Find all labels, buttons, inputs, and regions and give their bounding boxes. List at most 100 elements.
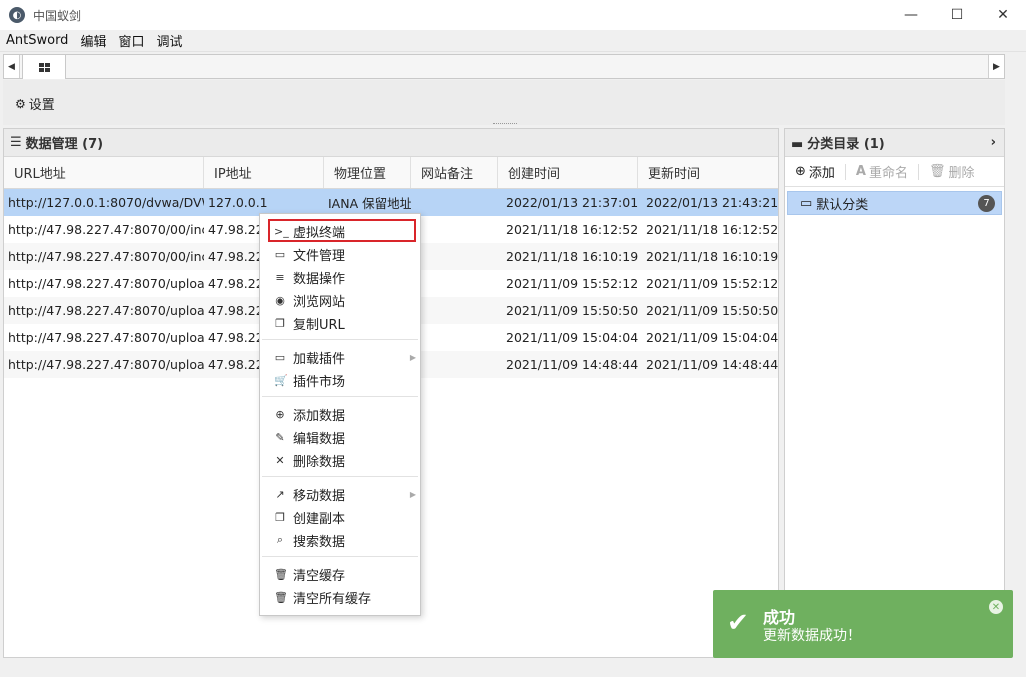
menu-item-label: 清空所有缓存	[293, 591, 372, 607]
search-icon: ⌕	[276, 533, 284, 546]
settings-button[interactable]: ⚙ 设置	[15, 94, 55, 114]
menu-item-label: 移动数据	[293, 488, 346, 504]
menu-edit[interactable]: 编辑	[80, 31, 106, 50]
col-note[interactable]: 网站备注	[411, 157, 498, 188]
font-icon: A	[855, 164, 866, 179]
menu-item-11[interactable]: ❐ 创建副本	[260, 506, 420, 528]
cell-updated: 2021/11/18 16:10:19	[646, 249, 778, 264]
tab-scroll-left-icon[interactable]: ◀	[4, 55, 20, 78]
menu-item-0[interactable]: >_ 虚拟终端	[260, 220, 420, 242]
cell-updated: 2021/11/09 14:48:44	[646, 357, 778, 372]
minimize-button[interactable]: —	[888, 0, 934, 30]
menu-item-2[interactable]: ≡ 数据操作	[260, 266, 420, 288]
menu-item-label: 插件市场	[293, 374, 346, 390]
add-category-button[interactable]: ⊕ 添加	[785, 157, 845, 186]
menu-separator	[262, 556, 418, 557]
maximize-button[interactable]: ☐	[934, 0, 980, 30]
category-panel: ▬ 分类目录 (1) › ⊕ 添加 A 重命名 🗑 删除 ▭ 默认分类 7	[784, 128, 1005, 658]
category-panel-title: 分类目录 (1)	[807, 137, 885, 152]
list-icon: ☰	[10, 135, 22, 150]
edit-icon: ✎	[275, 430, 285, 444]
menu-item-label: 搜索数据	[293, 534, 346, 550]
menu-item-3[interactable]: ◉ 浏览网站	[260, 289, 420, 311]
menu-item-label: 编辑数据	[293, 431, 346, 447]
cell-created: 2022/01/13 21:37:01	[506, 195, 638, 210]
menu-item-label: 复制URL	[293, 317, 345, 333]
cell-url: http://47.98.227.47:8070/upload/	[8, 330, 204, 345]
menu-item-8[interactable]: ✎ 编辑数据	[260, 426, 420, 448]
plus-circle-icon: ⊕	[795, 164, 806, 179]
menu-window[interactable]: 窗口	[118, 31, 144, 50]
menu-item-14[interactable]: 🗑 清空所有缓存	[260, 586, 420, 608]
cell-updated: 2021/11/09 15:52:12	[646, 276, 778, 291]
cell-url: http://47.98.227.47:8070/upload/	[8, 357, 204, 372]
folder-outline-icon: ▭	[800, 195, 813, 211]
menu-item-label: 数据操作	[293, 271, 346, 287]
menu-item-label: 创建副本	[293, 511, 346, 527]
menu-item-6[interactable]: 🛒 插件市场	[260, 369, 420, 391]
menu-item-4[interactable]: ❐ 复制URL	[260, 312, 420, 334]
menu-antsword[interactable]: AntSword	[6, 33, 68, 48]
close-window-button[interactable]: ✕	[980, 0, 1026, 30]
plus-circle-icon: ⊕	[275, 407, 285, 421]
success-toast: ✔ 成功 更新数据成功！ ✕	[713, 590, 1013, 658]
terminal-icon: >_	[274, 224, 289, 238]
tab-scroll-right-icon[interactable]: ▶	[988, 55, 1004, 78]
menu-item-12[interactable]: ⌕ 搜索数据	[260, 529, 420, 551]
cell-updated: 2021/11/18 16:12:52	[646, 222, 778, 237]
cell-created: 2021/11/09 15:04:04	[506, 330, 638, 345]
title-bar: ◐ 中国蚁剑 — ☐ ✕	[0, 0, 1026, 30]
category-toolbar: ⊕ 添加 A 重命名 🗑 删除	[785, 157, 1004, 187]
cell-url: http://47.98.227.47:8070/00/inclu	[8, 249, 204, 264]
menu-item-7[interactable]: ⊕ 添加数据	[260, 403, 420, 425]
cell-created: 2021/11/18 16:12:52	[506, 222, 638, 237]
menu-item-13[interactable]: 🗑 清空缓存	[260, 563, 420, 585]
table-row[interactable]: http://127.0.0.1:8070/dvwa/DVWA 127.0.0.1…	[4, 189, 778, 216]
category-item-label: 默认分类	[816, 197, 869, 213]
delete-category-label: 删除	[948, 166, 975, 181]
menu-item-10[interactable]: ↗ 移动数据 ▶	[260, 483, 420, 505]
resize-grip[interactable]	[493, 123, 517, 125]
menu-debug[interactable]: 调试	[156, 31, 182, 50]
delete-category-button[interactable]: 🗑 删除	[919, 157, 985, 186]
folder-icon: ▬	[791, 137, 804, 152]
menu-separator	[262, 339, 418, 340]
database-icon: ≡	[275, 270, 285, 284]
copy-icon: ❐	[275, 510, 285, 524]
col-ip[interactable]: IP地址	[204, 157, 324, 188]
category-panel-header: ▬ 分类目录 (1) ›	[785, 129, 1004, 157]
toast-close-icon[interactable]: ✕	[989, 600, 1003, 614]
submenu-arrow-icon: ▶	[409, 489, 416, 499]
menu-item-1[interactable]: ▭ 文件管理	[260, 243, 420, 265]
cell-url: http://47.98.227.47:8070/00/inclu	[8, 222, 204, 237]
col-location[interactable]: 物理位置	[324, 157, 411, 188]
menu-item-5[interactable]: ▭ 加载插件 ▶	[260, 346, 420, 368]
menu-item-label: 清空缓存	[293, 568, 346, 584]
toast-message: 更新数据成功！	[763, 628, 861, 644]
menu-item-label: 删除数据	[293, 454, 346, 470]
tab-home[interactable]	[22, 54, 66, 79]
col-created[interactable]: 创建时间	[498, 157, 638, 188]
menu-item-9[interactable]: ✕ 删除数据	[260, 449, 420, 471]
menu-bar: AntSword 编辑 窗口 调试	[0, 30, 1026, 52]
col-updated[interactable]: 更新时间	[638, 157, 778, 188]
chrome-icon: ◉	[275, 293, 285, 307]
menu-item-label: 加载插件	[293, 351, 346, 367]
category-item-default[interactable]: ▭ 默认分类 7	[787, 191, 1002, 215]
table-header: URL地址 IP地址 物理位置 网站备注 创建时间 更新时间	[4, 157, 778, 189]
col-url[interactable]: URL地址	[4, 157, 204, 188]
settings-label: 设置	[28, 98, 55, 113]
category-count-badge: 7	[978, 195, 995, 212]
chevron-right-icon[interactable]: ›	[991, 135, 996, 150]
cell-created: 2021/11/09 15:50:50	[506, 303, 638, 318]
grid-icon	[38, 62, 50, 72]
submenu-arrow-icon: ▶	[409, 352, 416, 362]
cart-icon: 🛒	[274, 373, 288, 387]
antsword-logo-icon: ◐	[9, 7, 25, 23]
cell-ip: 127.0.0.1	[208, 195, 268, 210]
toolbar: ⚙ 设置	[3, 80, 1005, 125]
trash-icon: 🗑	[929, 164, 946, 179]
rename-category-button[interactable]: A 重命名	[846, 157, 918, 186]
menu-separator	[262, 396, 418, 397]
menu-item-label: 虚拟终端	[293, 225, 346, 241]
